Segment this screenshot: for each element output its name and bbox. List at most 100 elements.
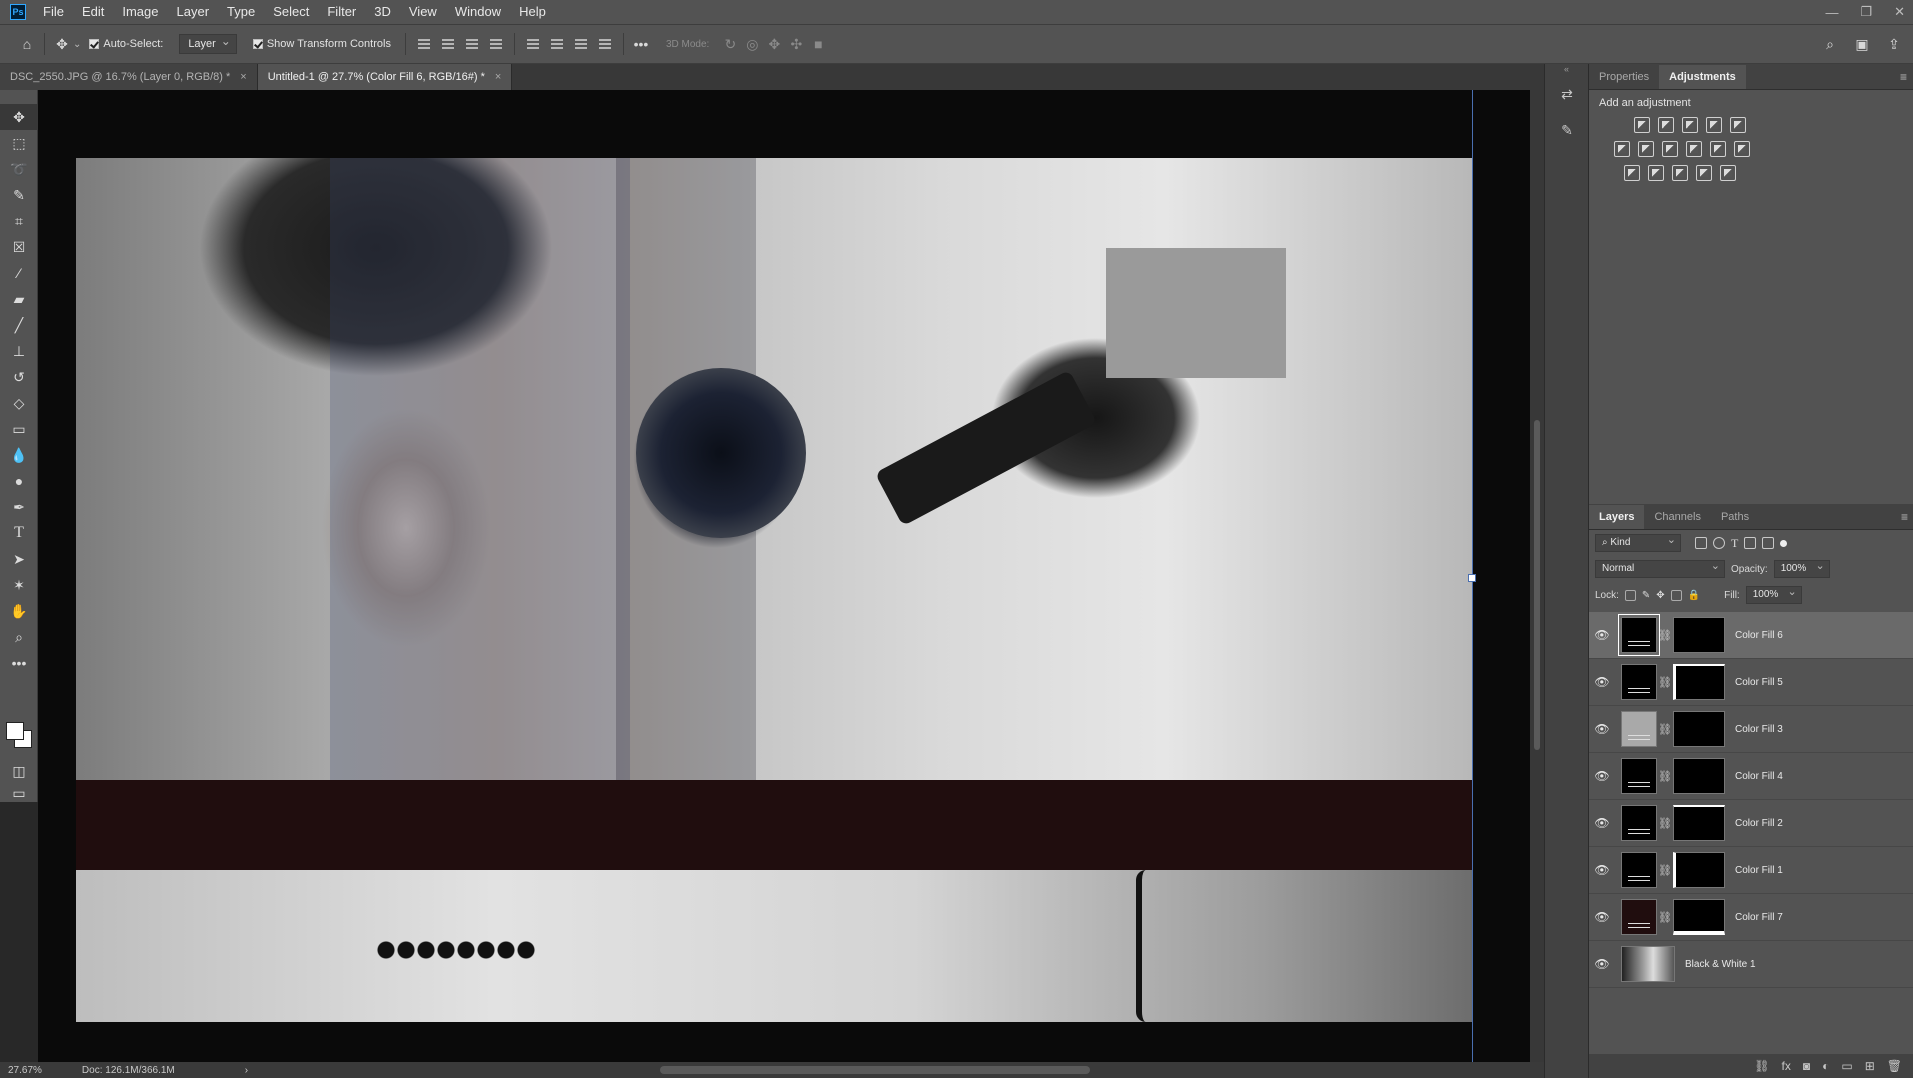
transform-handle[interactable]: [1468, 574, 1476, 582]
gradient-tool[interactable]: ▭: [0, 416, 38, 442]
collapse-icon[interactable]: «: [1545, 64, 1588, 76]
type-filter-icon[interactable]: T: [1731, 536, 1738, 551]
chevron-down-icon[interactable]: ⌄: [73, 39, 81, 50]
brightness-icon[interactable]: [1634, 117, 1650, 133]
smart-object-filter-icon[interactable]: [1762, 537, 1775, 549]
add-mask-icon[interactable]: ◙: [1803, 1059, 1810, 1073]
show-transform-checkbox[interactable]: Show Transform Controls: [252, 38, 391, 50]
eyedropper-tool[interactable]: ⁄: [0, 260, 38, 286]
distribute-vertical-icon[interactable]: [487, 35, 505, 53]
tab-paths[interactable]: Paths: [1711, 505, 1759, 529]
eye-icon[interactable]: 👁: [1589, 863, 1615, 877]
gradient-map-icon[interactable]: [1720, 165, 1736, 181]
dodge-tool[interactable]: ●: [0, 468, 38, 494]
link-icon[interactable]: ⛓: [1657, 911, 1673, 924]
share-icon[interactable]: ⇪: [1883, 33, 1905, 55]
new-layer-icon[interactable]: ⊞: [1865, 1059, 1875, 1073]
tab-channels[interactable]: Channels: [1644, 505, 1710, 529]
tab-layers[interactable]: Layers: [1589, 505, 1645, 529]
layer-name[interactable]: Color Fill 6: [1735, 630, 1783, 641]
eye-icon[interactable]: 👁: [1589, 769, 1615, 783]
menu-layer[interactable]: Layer: [168, 0, 219, 24]
healing-tool[interactable]: ▰: [0, 286, 38, 312]
selective-color-icon[interactable]: [1696, 165, 1712, 181]
auto-select-dropdown[interactable]: Layer: [179, 32, 237, 54]
horizontal-scrollbar[interactable]: [660, 1066, 1090, 1074]
move-tool[interactable]: ✥: [0, 104, 38, 130]
layer-thumbnail[interactable]: [1618, 614, 1660, 656]
menu-select[interactable]: Select: [264, 0, 318, 24]
align-center-icon[interactable]: [439, 35, 457, 53]
layer-mask-thumbnail[interactable]: [1673, 852, 1725, 888]
status-arrow[interactable]: ›: [245, 1065, 248, 1076]
align-left-icon[interactable]: [415, 35, 433, 53]
search-icon[interactable]: ⌕: [1819, 33, 1841, 55]
link-icon[interactable]: ⛓: [1657, 864, 1673, 877]
stamp-tool[interactable]: ⊥: [0, 338, 38, 364]
brush-settings-icon[interactable]: ✎: [1545, 112, 1589, 148]
frame-tool[interactable]: ☒: [0, 234, 38, 260]
3d-orbit-icon[interactable]: ↻: [719, 33, 741, 55]
toolbar-grip[interactable]: [0, 90, 37, 104]
layer-thumbnail[interactable]: [1621, 805, 1657, 841]
blend-mode-dropdown[interactable]: Normal: [1595, 558, 1725, 578]
layer-thumbnail[interactable]: [1621, 899, 1657, 935]
layer-color-fill-2[interactable]: 👁 ⛓ Color Fill 2: [1589, 800, 1913, 847]
exposure-icon[interactable]: [1706, 117, 1722, 133]
menu-edit[interactable]: Edit: [73, 0, 113, 24]
layer-name[interactable]: Color Fill 3: [1735, 724, 1783, 735]
layer-thumbnail[interactable]: [1621, 852, 1657, 888]
color-balance-icon[interactable]: [1638, 141, 1654, 157]
invert-icon[interactable]: [1624, 165, 1640, 181]
tab-dsc-2550[interactable]: DSC_2550.JPG @ 16.7% (Layer 0, RGB/8) * …: [0, 64, 258, 90]
marquee-tool[interactable]: ⬚: [0, 130, 38, 156]
layer-mask-thumbnail[interactable]: [1673, 664, 1725, 700]
lasso-tool[interactable]: ➰: [0, 156, 38, 182]
new-group-icon[interactable]: ▭: [1841, 1059, 1852, 1073]
blur-tool[interactable]: 💧: [0, 442, 38, 468]
photo-filter-icon[interactable]: [1686, 141, 1702, 157]
vibrance-icon[interactable]: [1730, 117, 1746, 133]
distribute-horizontal-icon[interactable]: [596, 35, 614, 53]
link-icon[interactable]: ⛓: [1657, 723, 1673, 736]
close-icon[interactable]: ×: [495, 64, 501, 90]
lock-pixels-icon[interactable]: ✎: [1642, 590, 1650, 601]
doc-size[interactable]: Doc: 126.1M/366.1M: [82, 1065, 175, 1076]
new-adjustment-icon[interactable]: ◐: [1822, 1059, 1829, 1073]
close-button[interactable]: ✕: [1894, 4, 1905, 20]
lock-all-icon[interactable]: 🔒: [1688, 590, 1700, 601]
link-layers-icon[interactable]: ⛓: [1754, 1059, 1769, 1073]
link-icon[interactable]: ⛓: [1657, 770, 1673, 783]
link-icon[interactable]: ⛓: [1657, 629, 1673, 642]
history-brush-tool[interactable]: ↺: [0, 364, 38, 390]
move-tool-icon[interactable]: ✥: [51, 33, 73, 55]
lock-artboard-icon[interactable]: [1670, 589, 1682, 601]
layer-mask-thumbnail[interactable]: [1673, 617, 1725, 653]
foreground-color-swatch[interactable]: [6, 722, 24, 740]
align-bottom-icon[interactable]: [572, 35, 590, 53]
quick-select-tool[interactable]: ✎: [0, 182, 38, 208]
layer-color-fill-6[interactable]: 👁 ⛓ Color Fill 6: [1589, 612, 1913, 659]
hue-saturation-icon[interactable]: [1614, 141, 1630, 157]
menu-type[interactable]: Type: [218, 0, 264, 24]
posterize-icon[interactable]: [1648, 165, 1664, 181]
eye-icon[interactable]: 👁: [1589, 816, 1615, 830]
layer-name[interactable]: Color Fill 1: [1735, 865, 1783, 876]
panel-menu-icon[interactable]: ≡: [1900, 65, 1907, 89]
layer-thumbnail[interactable]: [1621, 664, 1657, 700]
tab-adjustments[interactable]: Adjustments: [1659, 65, 1746, 89]
link-icon[interactable]: ⛓: [1657, 676, 1673, 689]
layer-color-fill-3[interactable]: 👁 ⛓ Color Fill 3: [1589, 706, 1913, 753]
link-icon[interactable]: ⛓: [1657, 817, 1673, 830]
trash-icon[interactable]: 🗑: [1887, 1059, 1902, 1073]
align-middle-icon[interactable]: [548, 35, 566, 53]
layer-color-fill-7[interactable]: 👁 ⛓ Color Fill 7: [1589, 894, 1913, 941]
layer-mask-thumbnail[interactable]: [1673, 899, 1725, 935]
crop-tool[interactable]: ⌗: [0, 208, 38, 234]
vertical-scrollbar[interactable]: [1530, 90, 1544, 1062]
eye-icon[interactable]: 👁: [1589, 722, 1615, 736]
zoom-level[interactable]: 27.67%: [8, 1065, 42, 1076]
opacity-input[interactable]: 100%: [1773, 558, 1830, 578]
align-right-icon[interactable]: [463, 35, 481, 53]
lock-transparent-icon[interactable]: [1624, 589, 1636, 601]
